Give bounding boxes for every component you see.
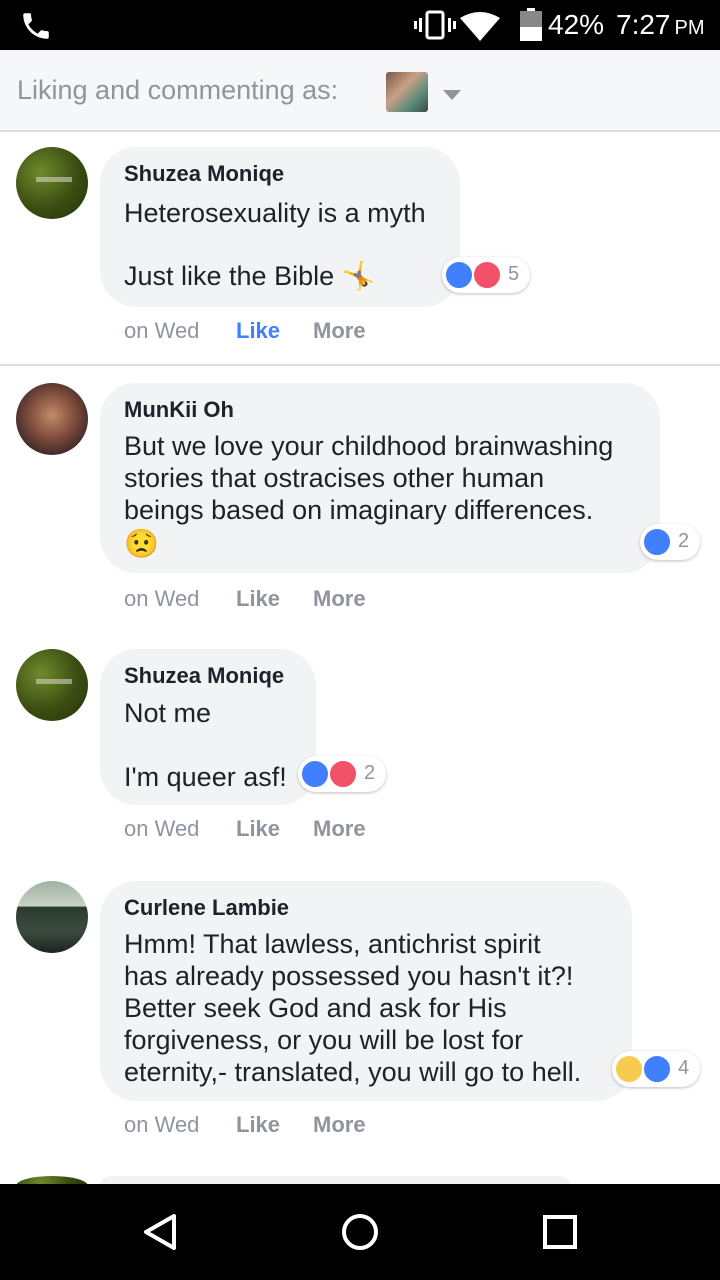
like-button[interactable]: Like: [236, 586, 280, 612]
battery-percent: 42%: [548, 9, 605, 40]
like-reaction-icon: [300, 759, 330, 789]
reaction-count: 4: [678, 1057, 690, 1079]
more-button[interactable]: More: [313, 1112, 366, 1138]
reaction-summary[interactable]: 2: [640, 524, 700, 560]
avatar[interactable]: [16, 383, 88, 455]
love-reaction-icon: [472, 260, 502, 290]
like-reaction-icon: [642, 527, 672, 557]
comment-author[interactable]: MunKii Oh: [124, 397, 234, 423]
comment-item: Shuzea Moniqe Not me I'm queer asf! 2 on…: [0, 632, 720, 872]
comment-text: But we love your childhood brainwashing …: [124, 431, 614, 525]
reaction-summary[interactable]: 2: [298, 756, 386, 792]
avatar[interactable]: [16, 147, 88, 219]
comment-item: MunKii Oh But we love your childhood bra…: [0, 366, 720, 636]
like-button[interactable]: Like: [236, 816, 280, 842]
system-nav-bar: [0, 1184, 720, 1280]
reaction-summary[interactable]: 5: [442, 257, 530, 293]
battery-icon: [520, 8, 542, 41]
comment-emoji: 😟: [124, 528, 159, 559]
comment-text: I'm queer asf!: [124, 762, 287, 792]
comment-time[interactable]: on Wed: [124, 586, 199, 612]
comment-author[interactable]: Curlene Lambie: [124, 895, 289, 921]
reaction-summary[interactable]: 4: [612, 1051, 700, 1087]
clock-time: 7:27: [616, 9, 671, 40]
chevron-down-icon[interactable]: [443, 90, 461, 100]
love-reaction-icon: [328, 759, 358, 789]
comment-item: Shuzea Moniqe Heterosexuality is a myth …: [0, 130, 720, 365]
haha-reaction-icon: [614, 1054, 644, 1084]
comment-author[interactable]: Shuzea Moniqe: [124, 663, 284, 689]
comment-bubble: Curlene Lambie Hmm! That lawless, antich…: [100, 881, 632, 1101]
comment-text: Hmm! That lawless, antichrist spirit has…: [124, 929, 582, 1087]
like-button[interactable]: Like: [236, 318, 280, 344]
comment-text: Not me: [124, 698, 212, 728]
back-icon[interactable]: [140, 1212, 180, 1252]
more-button[interactable]: More: [313, 816, 366, 842]
avatar[interactable]: [16, 649, 88, 721]
more-button[interactable]: More: [313, 318, 366, 344]
like-reaction-icon: [642, 1054, 672, 1084]
liking-as-bar: Liking and commenting as:: [0, 50, 720, 132]
more-button[interactable]: More: [313, 586, 366, 612]
comment-time[interactable]: on Wed: [124, 1112, 199, 1138]
comment-author[interactable]: Shuzea Moniqe: [124, 161, 284, 187]
liking-as-label: Liking and commenting as:: [17, 75, 339, 105]
reaction-count: 2: [364, 762, 376, 784]
home-icon[interactable]: [340, 1212, 380, 1252]
like-button[interactable]: Like: [236, 1112, 280, 1138]
wifi-icon: [460, 12, 500, 41]
status-bar: 42% 7:27 PM: [0, 0, 720, 50]
reaction-count: 2: [678, 530, 690, 552]
clock: 7:27 PM: [616, 9, 705, 41]
comment-bubble: Shuzea Moniqe Not me I'm queer asf!: [100, 649, 316, 805]
vibrate-icon: [414, 10, 456, 40]
comment-item: Curlene Lambie Hmm! That lawless, antich…: [0, 864, 720, 1164]
recents-icon[interactable]: [542, 1214, 578, 1250]
avatar[interactable]: [16, 881, 88, 953]
like-reaction-icon: [444, 260, 474, 290]
comment-time[interactable]: on Wed: [124, 816, 199, 842]
clock-ampm: PM: [674, 17, 705, 39]
comment-time[interactable]: on Wed: [124, 318, 199, 344]
reaction-count: 5: [508, 263, 520, 285]
comment-bubble: MunKii Oh But we love your childhood bra…: [100, 383, 660, 573]
comment-text: Heterosexuality is a myth: [124, 198, 426, 228]
profile-avatar[interactable]: [386, 72, 428, 112]
comment-bubble: Shuzea Moniqe Heterosexuality is a myth …: [100, 147, 460, 307]
comment-text: Just like the Bible 🤸: [124, 261, 376, 291]
phone-icon: [23, 13, 49, 39]
